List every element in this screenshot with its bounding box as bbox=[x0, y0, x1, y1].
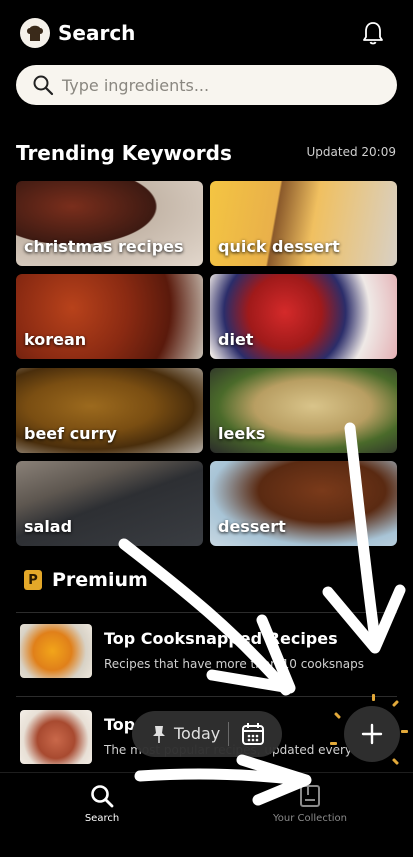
keyword-tile-beef-curry[interactable]: beef curry bbox=[16, 368, 203, 453]
nav-label: Your Collection bbox=[273, 813, 347, 824]
premium-card-title: Top Cooksnapped Recipes bbox=[104, 629, 338, 648]
nav-your-collection[interactable]: Your Collection bbox=[250, 783, 370, 824]
keyword-label: leeks bbox=[218, 424, 266, 443]
search-icon bbox=[33, 75, 54, 96]
app-header: Search bbox=[0, 0, 413, 66]
keyword-label: beef curry bbox=[24, 424, 117, 443]
sparkle-icon bbox=[330, 742, 337, 745]
search-icon bbox=[91, 785, 114, 808]
recipe-thumbnail bbox=[20, 624, 92, 678]
keyword-tile-diet[interactable]: diet bbox=[210, 274, 397, 359]
pill-divider bbox=[228, 722, 229, 746]
today-pill[interactable]: Today bbox=[132, 711, 282, 757]
plus-icon bbox=[361, 723, 383, 745]
page-title: Search bbox=[58, 21, 136, 45]
pin-icon bbox=[153, 726, 165, 743]
chef-hat-logo-icon bbox=[20, 18, 50, 48]
premium-heading: Premium bbox=[52, 569, 148, 591]
calendar-icon[interactable] bbox=[240, 721, 266, 747]
divider bbox=[16, 612, 397, 613]
bottom-nav: Search Your Collection bbox=[0, 772, 413, 857]
sparkle-icon bbox=[401, 730, 408, 733]
keyword-tile-quick-dessert[interactable]: quick dessert bbox=[210, 181, 397, 266]
today-label: Today bbox=[174, 724, 221, 743]
premium-card-title: Top bbox=[104, 715, 136, 734]
keyword-label: diet bbox=[218, 330, 254, 349]
trending-keywords-heading: Trending Keywords bbox=[16, 141, 232, 165]
sparkle-icon bbox=[372, 694, 375, 701]
keyword-label: quick dessert bbox=[218, 237, 340, 256]
keyword-label: dessert bbox=[218, 517, 286, 536]
premium-badge-icon: P bbox=[24, 570, 42, 590]
add-recipe-button[interactable] bbox=[344, 706, 400, 762]
nav-search[interactable]: Search bbox=[72, 783, 132, 824]
divider bbox=[16, 696, 397, 697]
keyword-tile-dessert[interactable]: dessert bbox=[210, 461, 397, 546]
premium-card-subtitle: Recipes that have more than 10 cooksnaps bbox=[104, 657, 364, 671]
keyword-label: christmas recipes bbox=[24, 237, 184, 256]
collection-icon bbox=[300, 785, 320, 807]
recipe-thumbnail bbox=[20, 710, 92, 764]
search-input[interactable]: Type ingredients... bbox=[16, 65, 397, 105]
keyword-label: salad bbox=[24, 517, 73, 536]
bell-icon[interactable] bbox=[361, 20, 385, 46]
updated-timestamp: Updated 20:09 bbox=[306, 145, 396, 159]
search-placeholder: Type ingredients... bbox=[62, 75, 210, 95]
keyword-tile-christmas-recipes[interactable]: christmas recipes bbox=[16, 181, 203, 266]
keyword-label: korean bbox=[24, 330, 87, 349]
keyword-tile-korean[interactable]: korean bbox=[16, 274, 203, 359]
nav-label: Search bbox=[84, 813, 120, 824]
premium-card-top-cooksnapped[interactable]: Top Cooksnapped Recipes Recipes that hav… bbox=[16, 618, 397, 688]
keyword-tile-salad[interactable]: salad bbox=[16, 461, 203, 546]
keyword-tile-leeks[interactable]: leeks bbox=[210, 368, 397, 453]
